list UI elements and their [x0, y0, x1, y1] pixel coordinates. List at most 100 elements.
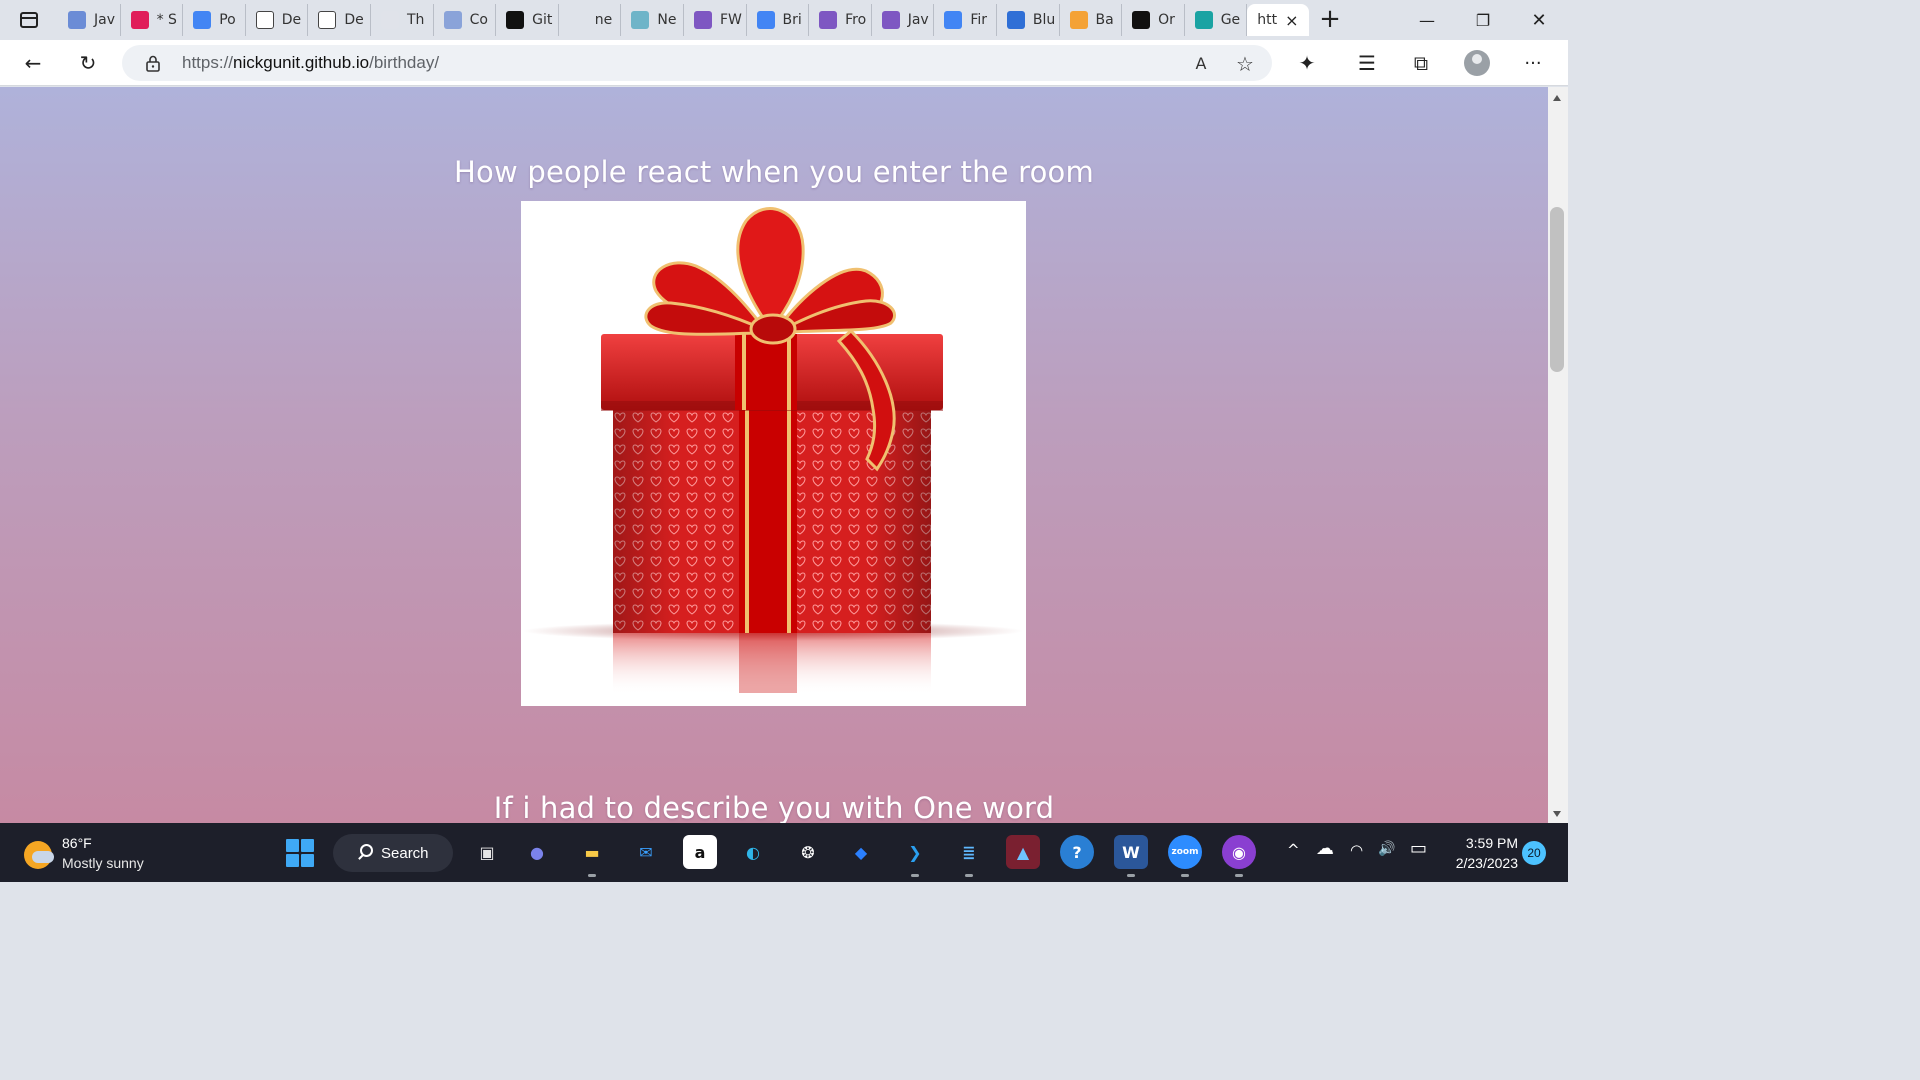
- weather-condition: Mostly sunny: [62, 855, 144, 871]
- page-heading-react: How people react when you enter the room: [454, 155, 1094, 189]
- tab-list: Jav * S Po De De Th Co Git ne Ne FW Bri Fro Jav Fir Blu…: [58, 4, 1310, 36]
- help-icon[interactable]: ?: [1060, 835, 1094, 869]
- browser-tab[interactable]: De: [246, 4, 309, 36]
- scroll-down-arrow-icon[interactable]: [1553, 811, 1561, 817]
- scroll-up-arrow-icon[interactable]: [1553, 95, 1561, 101]
- browser-tab[interactable]: Ba: [1060, 4, 1123, 36]
- mail-icon[interactable]: ✉: [629, 835, 663, 869]
- cloud-icon: [380, 11, 399, 29]
- page-icon: [318, 11, 337, 29]
- add-favorite-icon[interactable]: ☆: [1234, 53, 1256, 75]
- extensions-button[interactable]: ✦: [1292, 48, 1322, 78]
- github-desktop-icon[interactable]: ◉: [1222, 835, 1256, 877]
- word-icon[interactable]: W: [1114, 835, 1148, 877]
- codepen-icon: [1132, 11, 1151, 29]
- notification-badge[interactable]: 20: [1522, 841, 1546, 865]
- chatgpt-icon[interactable]: ❂: [791, 835, 825, 869]
- page-heading-one-word: If i had to describe you with One word: [493, 791, 1055, 823]
- back-button[interactable]: ←: [18, 48, 48, 78]
- browser-tab[interactable]: Ge: [1185, 4, 1248, 36]
- page-scrollbar[interactable]: [1548, 87, 1568, 823]
- refresh-button[interactable]: ↻: [73, 48, 103, 78]
- diamond-icon: [1194, 11, 1213, 29]
- onedrive-icon[interactable]: ☁: [1316, 838, 1334, 859]
- search-icon: [568, 11, 587, 29]
- wifi-icon[interactable]: ◠: [1350, 841, 1363, 859]
- gift-box-illustration: [523, 207, 1023, 695]
- minimize-button[interactable]: —: [1399, 0, 1455, 40]
- browser-tab[interactable]: Ne: [621, 4, 684, 36]
- collections-button[interactable]: ⧉: [1406, 48, 1436, 78]
- browser-tab[interactable]: Git: [496, 4, 559, 36]
- windows-taskbar: 86°F Mostly sunny Search ▣ ● ▬ ✉ a ◐ ❂ ◆ ❯ ≣ ▲? Wzo…: [0, 823, 1568, 882]
- image-icon: [1069, 11, 1088, 29]
- file-explorer-icon[interactable]: ▬: [575, 835, 609, 877]
- url-host: nickgunit.github.io: [233, 53, 370, 72]
- browser-tab[interactable]: Or: [1122, 4, 1185, 36]
- tab-strip: Jav * S Po De De Th Co Git ne Ne FW Bri Fro Jav Fir Blu…: [0, 0, 1568, 40]
- task-view-icon[interactable]: ▣: [470, 835, 504, 869]
- scrollbar-thumb[interactable]: [1550, 207, 1564, 372]
- browser-tab[interactable]: Th: [371, 4, 434, 36]
- tab-label: Ne: [657, 12, 677, 28]
- start-button[interactable]: [286, 839, 314, 867]
- system-clock[interactable]: 3:59 PM 2/23/2023: [1440, 833, 1518, 873]
- edge-icon[interactable]: ◐: [736, 835, 770, 869]
- amazon-icon[interactable]: a: [683, 835, 717, 869]
- zoom-icon[interactable]: zoom: [1168, 835, 1202, 877]
- browser-tab[interactable]: Co: [434, 4, 497, 36]
- browser-tab[interactable]: Blu: [997, 4, 1060, 36]
- tab-label: De: [344, 12, 364, 28]
- close-tab-icon[interactable]: ×: [1285, 11, 1298, 30]
- docs-icon: [193, 11, 212, 29]
- address-bar[interactable]: https://nickgunit.github.io/birthday/ A …: [122, 45, 1272, 81]
- cloud-icon: [32, 851, 54, 863]
- browser-tab[interactable]: Jav: [872, 4, 935, 36]
- dropbox-icon[interactable]: ◆: [844, 835, 878, 869]
- tray-chevron-icon[interactable]: ^: [1287, 841, 1300, 859]
- tab-label: Fro: [845, 12, 867, 28]
- browser-tab[interactable]: Po: [183, 4, 246, 36]
- clock-time: 3:59 PM: [1465, 835, 1518, 851]
- settings-menu-button[interactable]: ···: [1518, 48, 1548, 78]
- browser-tab[interactable]: Bri: [747, 4, 810, 36]
- docs-icon: [756, 11, 775, 29]
- forms-icon: [693, 11, 712, 29]
- lock-icon[interactable]: [144, 54, 162, 72]
- battery-icon[interactable]: ▭: [1410, 838, 1427, 859]
- tab-label: htt: [1257, 12, 1278, 28]
- clock-date: 2/23/2023: [1455, 855, 1518, 871]
- notepad-icon[interactable]: ≣: [952, 835, 986, 877]
- tab-actions-button[interactable]: [10, 7, 48, 33]
- restore-button[interactable]: ❐: [1455, 0, 1511, 40]
- browser-tab[interactable]: Fir: [934, 4, 997, 36]
- browser-tab[interactable]: FW: [684, 4, 747, 36]
- docs-icon: [944, 11, 963, 29]
- tab-label: Po: [219, 12, 236, 28]
- read-aloud-icon[interactable]: A: [1190, 53, 1212, 75]
- url-scheme: https://: [182, 53, 234, 72]
- browser-tab[interactable]: * S: [121, 4, 184, 36]
- browser-tab[interactable]: ne: [559, 4, 622, 36]
- tab-label: * S: [156, 12, 177, 28]
- tab-label: ne: [594, 12, 613, 28]
- taskbar-search[interactable]: Search: [333, 834, 453, 872]
- vscode-icon[interactable]: ❯: [898, 835, 932, 877]
- profile-avatar[interactable]: [1464, 50, 1490, 76]
- tab-label: Fir: [970, 12, 987, 28]
- page-icon: [255, 11, 274, 29]
- tab-label: Blu: [1032, 12, 1056, 28]
- active-browser-tab[interactable]: htt ×: [1247, 4, 1310, 36]
- teams-chat-icon[interactable]: ●: [520, 835, 554, 869]
- browser-tab[interactable]: Jav: [58, 4, 121, 36]
- volume-icon[interactable]: 🔊: [1378, 841, 1395, 857]
- tab-label: Or: [1158, 12, 1175, 28]
- url-text[interactable]: https://nickgunit.github.io/birthday/: [182, 53, 439, 73]
- browser-tab[interactable]: De: [308, 4, 371, 36]
- browser-tab[interactable]: Fro: [809, 4, 872, 36]
- photos-icon[interactable]: ▲: [1006, 835, 1040, 869]
- favorites-button[interactable]: ☰: [1352, 48, 1382, 78]
- close-window-button[interactable]: ✕: [1511, 0, 1567, 40]
- tab-label: Jav: [94, 12, 115, 28]
- new-tab-button[interactable]: +: [1316, 6, 1344, 34]
